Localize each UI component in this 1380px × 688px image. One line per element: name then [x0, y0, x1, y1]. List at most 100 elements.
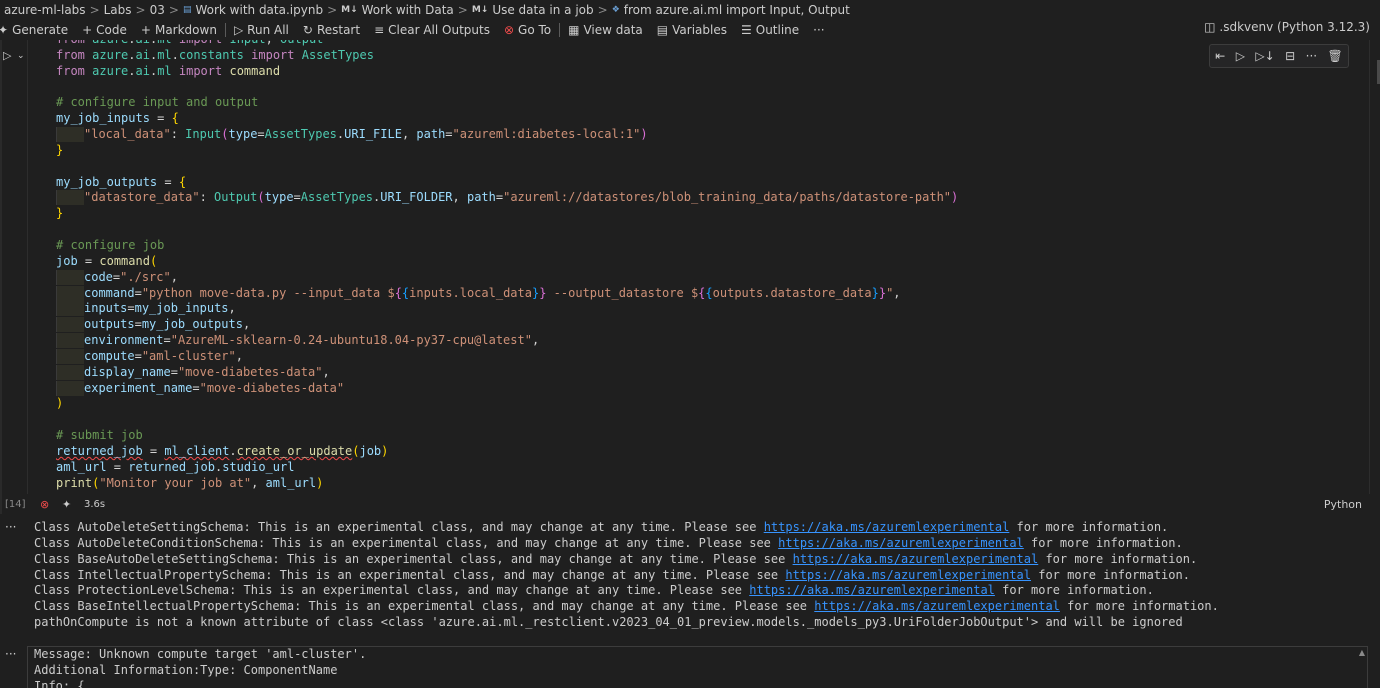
outline-icon: ☰ [740, 23, 752, 37]
code-line: # configure input and output [56, 95, 259, 110]
clear-all-outputs-button[interactable]: ≡ Clear All Outputs [374, 23, 490, 37]
go-to-button[interactable]: ⊗ Go To [504, 23, 551, 37]
scroll-up-icon[interactable]: ▲ [1359, 648, 1365, 657]
more-actions-icon[interactable]: ··· [1306, 49, 1317, 63]
code-lines: from azure.ai.ml import Input, Output fr… [56, 40, 958, 491]
error-line: Info: { [34, 678, 85, 688]
breadcrumb-separator: > [168, 3, 179, 17]
code-line: } [56, 206, 64, 221]
breadcrumb-item-labs[interactable]: Labs [104, 3, 132, 17]
breadcrumb-separator: > [597, 3, 608, 17]
experimental-link[interactable]: https://aka.ms/azuremlexperimental [814, 599, 1060, 613]
restart-label: Restart [316, 23, 361, 37]
variables-icon: ▤ [656, 23, 669, 37]
notebook-file-icon: ▤ [182, 5, 192, 15]
execution-count: [14] [5, 498, 26, 510]
code-line: my_job_inputs = { [56, 111, 179, 126]
error-output-box[interactable]: Message: Unknown compute target 'aml-clu… [27, 646, 1368, 688]
code-line: # configure job [56, 237, 165, 252]
generate-label: Generate [12, 23, 69, 37]
plus-icon: + [140, 23, 151, 37]
output-menu-icon[interactable]: ··· [5, 520, 16, 534]
restart-button[interactable]: ↻ Restart [303, 23, 360, 37]
experimental-link[interactable]: https://aka.ms/azuremlexperimental [764, 520, 1010, 534]
error-line: Message: Unknown compute target 'aml-clu… [34, 647, 367, 661]
code-cell[interactable]: ▷ ⌄ from azure.ai.ml import Input, Outpu… [0, 40, 1380, 514]
code-line: command="python move-data.py --input_dat… [56, 285, 958, 302]
kernel-label: .sdkvenv (Python 3.12.3) [1219, 20, 1370, 34]
run-all-icon: ▷ [233, 23, 244, 37]
output-menu-icon[interactable]: ··· [5, 647, 16, 661]
output-line: pathOnCompute is not a known attribute o… [34, 615, 1183, 630]
output-text: Class AutoDeleteSettingSchema: This is a… [34, 520, 1219, 631]
code-line: my_job_outputs = { [56, 174, 187, 189]
table-icon: ▦ [568, 23, 580, 37]
breadcrumb-item-subsection[interactable]: Use data in a job [492, 3, 593, 17]
delete-cell-icon[interactable]: 🗑 [1328, 49, 1343, 63]
code-line: job = command( [56, 253, 158, 268]
chevron-down-icon[interactable]: ⌄ [17, 51, 25, 61]
generate-button[interactable]: ✦ Generate [0, 23, 68, 37]
markdown-section-icon: M↓ [471, 5, 489, 15]
add-code-cell-button[interactable]: + Code [82, 23, 127, 37]
variables-button[interactable]: ▤ Variables [657, 23, 727, 37]
outline-button[interactable]: ☰ Outline [741, 23, 799, 37]
cell-output: ··· Class AutoDeleteSettingSchema: This … [0, 518, 1380, 632]
code-line: compute="aml-cluster", [56, 348, 958, 365]
output-line: Class AutoDeleteConditionSchema: This is… [34, 535, 1183, 550]
code-line: environment="AzureML-sklearn-0.24-ubuntu… [56, 333, 958, 349]
breadcrumb-item-cell[interactable]: from azure.ai.ml import Input, Output [624, 3, 850, 17]
breadcrumb-item-section[interactable]: Work with Data [362, 3, 454, 17]
run-all-button[interactable]: ▷ Run All [234, 23, 289, 37]
experimental-link[interactable]: https://aka.ms/azuremlexperimental [793, 552, 1039, 566]
add-markdown-cell-button[interactable]: + Markdown [141, 23, 217, 37]
experimental-link[interactable]: https://aka.ms/azuremlexperimental [749, 583, 995, 597]
code-line: returned_job = ml_client.create_or_updat… [56, 443, 389, 458]
plus-icon: + [82, 23, 93, 37]
output-line: Class IntellectualPropertySchema: This i… [34, 567, 1190, 582]
markdown-label: Markdown [154, 23, 217, 37]
code-line: code="./src", [56, 269, 958, 286]
breadcrumb-separator: > [135, 3, 146, 17]
view-data-label: View data [583, 23, 643, 37]
run-below-icon[interactable]: ▷↓ [1255, 49, 1274, 63]
kernel-icon: ◫ [1204, 20, 1216, 34]
toolbar-more-button[interactable]: ··· [813, 23, 824, 37]
experimental-link[interactable]: https://aka.ms/azuremlexperimental [778, 536, 1024, 550]
code-line: outputs=my_job_outputs, [56, 317, 958, 333]
code-line: ) [56, 396, 64, 411]
output-line: Class BaseIntellectualPropertySchema: Th… [34, 599, 1219, 614]
experimental-link[interactable]: https://aka.ms/azuremlexperimental [785, 568, 1031, 582]
run-cell-icon[interactable]: ▷ [1236, 49, 1245, 63]
cell-language[interactable]: Python [1324, 498, 1362, 511]
code-line: inputs=my_job_inputs, [56, 301, 958, 317]
code-line: experiment_name="move-diabetes-data" [56, 380, 958, 397]
output-line: Class BaseAutoDeleteSettingSchema: This … [34, 551, 1198, 566]
view-data-button[interactable]: ▦ View data [568, 23, 643, 37]
run-cell-icon[interactable]: ▷ [3, 49, 11, 62]
breadcrumb-separator: > [457, 3, 468, 17]
breadcrumb-item-folder[interactable]: 03 [150, 3, 165, 17]
run-above-icon[interactable]: ⇤ [1215, 49, 1225, 63]
restart-icon: ↻ [302, 23, 313, 37]
breadcrumb-item-repo[interactable]: azure-ml-labs [4, 3, 86, 17]
execution-duration: 3.6s [84, 498, 106, 510]
code-editor[interactable]: from azure.ai.ml import Input, Output fr… [27, 40, 1370, 494]
breadcrumb-item-file[interactable]: Work with data.ipynb [195, 3, 323, 17]
split-cell-icon[interactable]: ⊟ [1285, 49, 1295, 63]
code-line: "local_data": Input(type=AssetTypes.URI_… [56, 127, 958, 143]
outline-label: Outline [755, 23, 800, 37]
variables-label: Variables [672, 23, 727, 37]
code-line: } [56, 142, 64, 157]
clear-icon: ≡ [374, 23, 385, 37]
python-cell-icon: ❖ [611, 5, 620, 15]
cell-toolbar: ⇤ ▷ ▷↓ ⊟ ··· 🗑 [1209, 44, 1349, 68]
notebook-toolbar: ✦ Generate + Code + Markdown ▷ Run All ↻… [0, 20, 1380, 40]
timer-icon: ✦ [62, 497, 72, 511]
toolbar-divider [224, 23, 226, 37]
kernel-picker[interactable]: ◫ .sdkvenv (Python 3.12.3) [1204, 20, 1370, 34]
